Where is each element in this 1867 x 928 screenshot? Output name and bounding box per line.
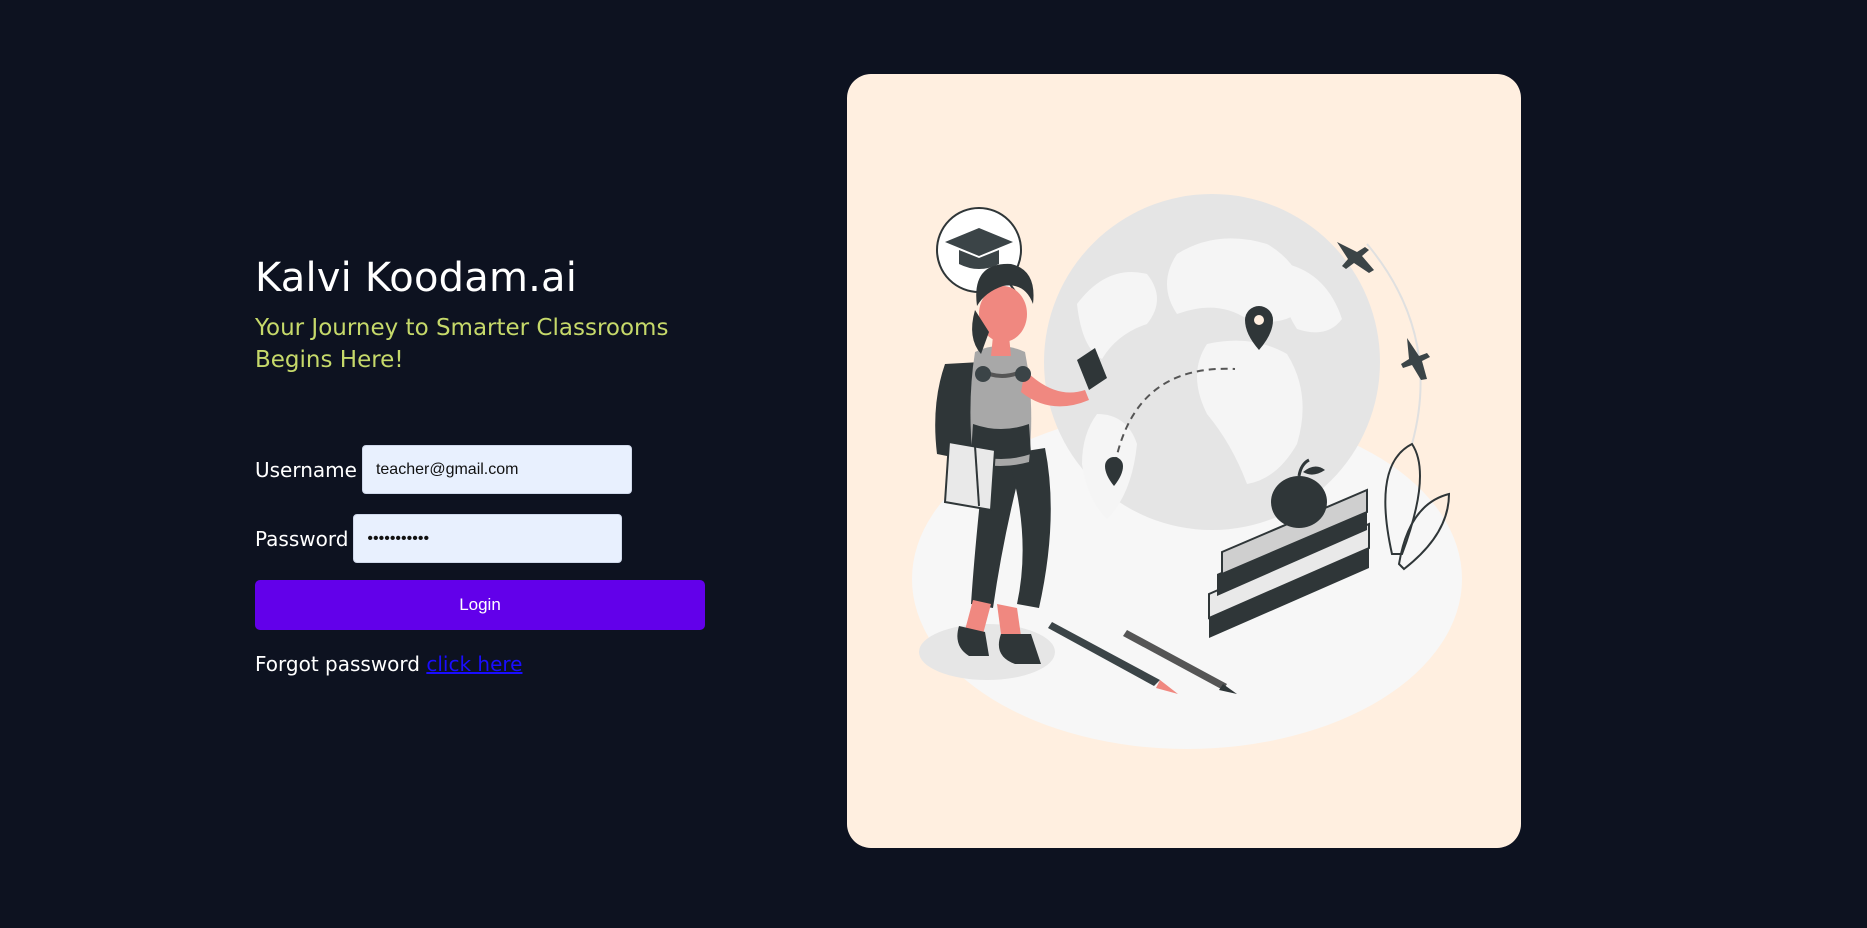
password-label: Password <box>255 526 349 551</box>
username-label: Username <box>255 457 357 482</box>
brand-section: Kalvi Koodam.ai Your Journey to Smarter … <box>255 250 715 376</box>
student-globe-illustration-icon <box>912 194 1462 749</box>
app-title: Kalvi Koodam.ai <box>255 255 578 301</box>
login-form: Username Password Login Forgot password … <box>255 444 705 676</box>
login-button[interactable]: Login <box>255 580 705 630</box>
forgot-password-link[interactable]: click here <box>426 652 522 676</box>
illustration-card <box>847 74 1521 848</box>
password-input[interactable] <box>353 514 623 563</box>
forgot-password-text: Forgot password <box>255 652 420 676</box>
password-row: Password <box>255 513 705 564</box>
login-page: Kalvi Koodam.ai Your Journey to Smarter … <box>0 0 1867 928</box>
tagline: Your Journey to Smarter Classrooms Begin… <box>255 315 669 373</box>
username-row: Username <box>255 444 705 495</box>
forgot-password: Forgot password click here <box>255 652 705 676</box>
username-input[interactable] <box>361 445 632 494</box>
